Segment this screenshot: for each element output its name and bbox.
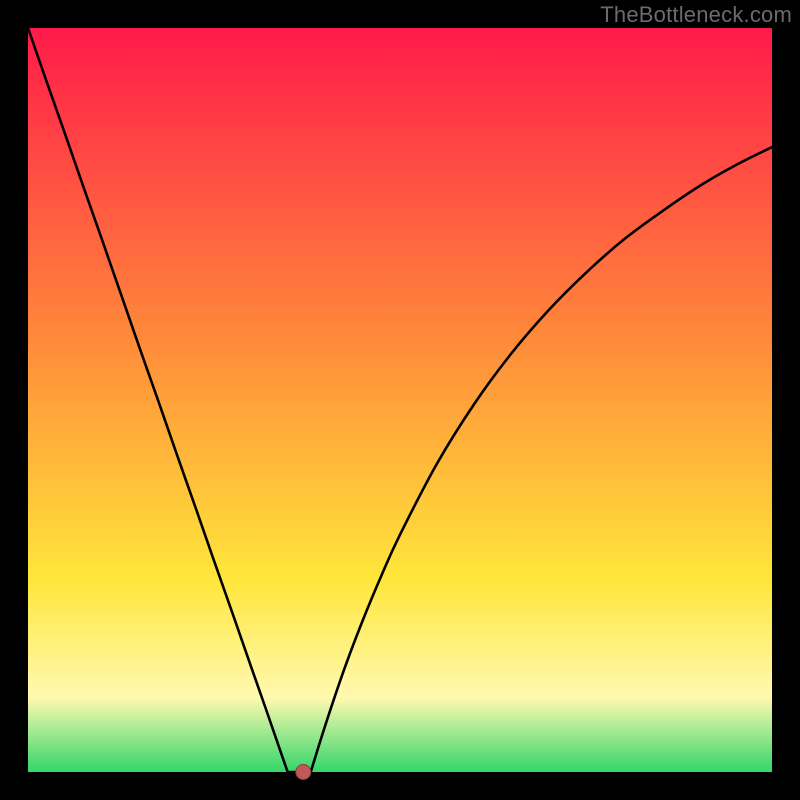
chart-container: { "watermark": "TheBottleneck.com", "col…	[0, 0, 800, 800]
optimal-point-marker	[296, 765, 311, 780]
watermark-text: TheBottleneck.com	[600, 2, 792, 28]
bottleneck-chart	[0, 0, 800, 800]
plot-area	[28, 28, 772, 772]
